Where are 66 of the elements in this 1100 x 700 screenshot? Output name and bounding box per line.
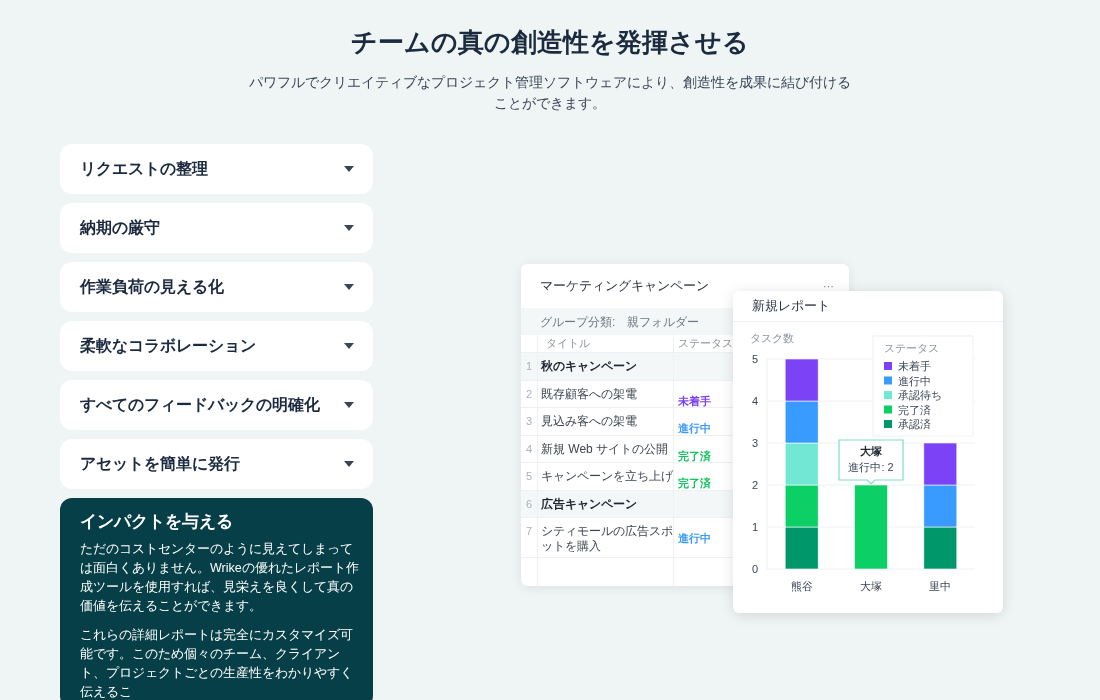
- accordion-item[interactable]: リクエストの整理: [60, 144, 373, 194]
- status-label: 完了済: [678, 477, 711, 489]
- card-title: マーケティングキャンペーン: [540, 277, 709, 296]
- accordion-item[interactable]: 柔軟なコラボレーション: [60, 321, 373, 371]
- task-title: キャンペーンを立ち上げ: [541, 469, 673, 484]
- status-label: 進行中: [678, 532, 711, 544]
- category-label: 里中: [929, 580, 952, 592]
- legend-label: 進行中: [898, 374, 931, 387]
- caret-icon: [344, 461, 354, 467]
- accordion-item[interactable]: アセットを簡単に発行: [60, 439, 373, 489]
- task-title: 見込み客への架電: [541, 414, 638, 429]
- caret-icon: [344, 402, 354, 408]
- row-number: 1: [525, 360, 533, 373]
- accordion-item[interactable]: 納期の厳守: [60, 203, 373, 253]
- category-label: 大塚: [860, 580, 882, 592]
- legend-label: 未着手: [898, 360, 931, 372]
- tick-label: 2: [751, 479, 759, 491]
- caret-icon: [344, 284, 354, 290]
- tooltip-title: 大塚: [860, 445, 882, 457]
- legend-swatch: [884, 362, 892, 370]
- legend-swatch: [884, 420, 892, 428]
- task-title: 秋のキャンペーン: [541, 359, 638, 374]
- caret-icon: [344, 166, 354, 172]
- axis-title: タスク数: [750, 332, 794, 344]
- group-by-label: グループ分類: 親フォルダー: [540, 313, 700, 331]
- more-menu[interactable]: ···: [823, 277, 834, 295]
- tick-label: 3: [751, 437, 759, 449]
- tick-label: 4: [751, 395, 759, 407]
- legend-label: 完了済: [898, 403, 931, 416]
- category-label: 熊谷: [790, 580, 813, 592]
- row-number: 3: [525, 415, 533, 428]
- row-number: 6: [525, 497, 533, 511]
- tooltip-box: [838, 439, 904, 485]
- tick-label: 1: [751, 521, 759, 533]
- caret-icon: [344, 225, 354, 231]
- panel-paragraph: これらの詳細レポートは完全にカスタマイズ可能です。このため個々のチーム、クライアント、プロジェクトごとの生産性をわかりやすく伝えるこ: [80, 627, 354, 700]
- legend-label: 承認済: [898, 418, 931, 430]
- task-title: シティモールの広告スポットを購入: [541, 524, 673, 554]
- status-label: 完了済: [678, 449, 711, 462]
- tick-label: 5: [751, 353, 759, 365]
- panel-paragraph: ただのコストセンターのように見えてしまっては面白くありません。Wrikeの優れたレポート作成ツールを使用すれば、見栄えを良くして真の価値を伝えることができます。: [80, 541, 359, 615]
- page-heading: チームの真の創造性を発揮させる: [351, 26, 749, 59]
- row-number: 2: [525, 387, 533, 401]
- task-title: 新規 Web サイトの公開: [541, 441, 670, 457]
- caret-icon: [344, 343, 354, 349]
- column-header: タイトル: [546, 336, 590, 352]
- row-number: 5: [525, 470, 533, 483]
- task-title: 既存顧客への架電: [541, 386, 638, 402]
- status-label: 進行中: [678, 422, 711, 434]
- accordion-item[interactable]: すべてのフィードバックの明確化: [60, 380, 373, 430]
- column-header: ステータス: [678, 336, 733, 352]
- accordion-item[interactable]: 作業負荷の見える化: [60, 262, 373, 312]
- legend-swatch: [884, 391, 892, 399]
- legend-title: ステータス: [884, 342, 939, 354]
- accordion-header[interactable]: インパクトを与える: [80, 510, 233, 534]
- status-label: 未着手: [678, 394, 711, 407]
- row-number: 4: [525, 442, 533, 456]
- card-title: 新規レポート: [752, 297, 830, 316]
- legend-swatch: [884, 405, 892, 414]
- tooltip-text: 進行中: 2: [848, 461, 894, 473]
- legend-swatch: [884, 376, 892, 385]
- legend-label: 承認待ち: [898, 389, 942, 401]
- task-title: 広告キャンペーン: [541, 496, 638, 512]
- page-subheading: パワフルでクリエイティブなプロジェクト管理ソフトウェアにより、創造性を成果に結び付けることができます。: [248, 73, 852, 113]
- tick-label: 0: [751, 563, 759, 575]
- row-number: 7: [525, 525, 533, 538]
